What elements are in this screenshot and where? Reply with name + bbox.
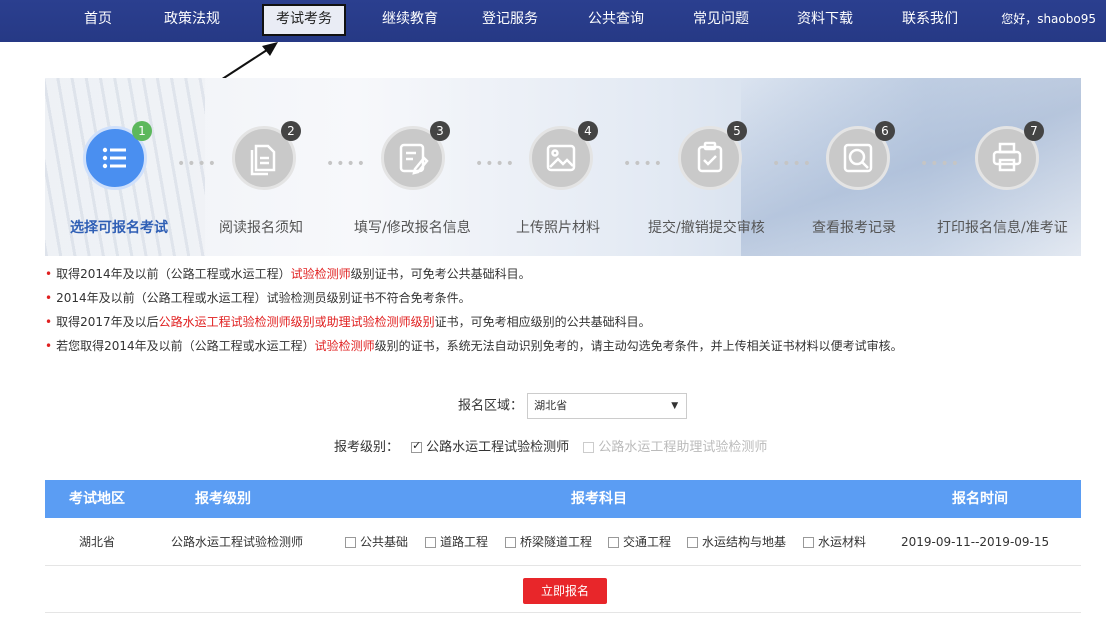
- user-greeting[interactable]: 您好，shaobo95: [1001, 0, 1096, 42]
- table-row: 湖北省 公路水运工程试验检测师 公共基础 道路工程 桥梁隧道工程 交通工程 水运…: [45, 519, 1081, 566]
- header-subjects: 报考科目: [571, 491, 627, 507]
- note-text: 级别的证书，系统无法自动识别免考的，请主动勾选免考条件，并上传相关证书材料以便考…: [374, 339, 903, 353]
- checkbox[interactable]: [687, 537, 698, 548]
- note-item: • 2014年及以前（公路工程或水运工程）试验检测员级别证书不符合免考条件。: [45, 286, 1085, 310]
- subject-label: 桥梁隧道工程: [520, 535, 593, 549]
- step-number: 4: [578, 121, 598, 141]
- header-region: 考试地区: [69, 491, 125, 507]
- subject-label: 水运材料: [818, 535, 867, 549]
- checkbox[interactable]: [505, 537, 516, 548]
- checkbox[interactable]: [425, 537, 436, 548]
- step-6[interactable]: 6: [826, 121, 895, 190]
- nav-item-contact[interactable]: 联系我们: [902, 0, 958, 42]
- step-connector: ••••: [920, 156, 962, 172]
- bullet-icon: •: [45, 339, 53, 353]
- note-text: 若您取得2014年及以前（公路工程或水运工程）: [56, 339, 315, 353]
- nav-item-faq[interactable]: 常见问题: [693, 0, 749, 42]
- step-label-6[interactable]: 查看报考记录: [812, 217, 896, 237]
- region-value: 湖北省: [534, 399, 568, 412]
- region-select[interactable]: 湖北省 ▼: [527, 393, 688, 419]
- nav-item-exam[interactable]: 考试考务: [262, 4, 346, 36]
- cell-level: 公路水运工程试验检测师: [171, 535, 304, 549]
- submit-registration-button[interactable]: 立即报名: [523, 578, 607, 604]
- region-label: 报名区域：: [458, 398, 524, 414]
- exemption-notes: • 取得2014年及以前（公路工程或水运工程）试验检测师级别证书，可免考公共基础科…: [45, 262, 1085, 358]
- top-nav: 首页 政策法规 考试考务 继续教育 登记服务 公共查询 常见问题 资料下载 联系…: [0, 0, 1106, 42]
- step-connector: ••••: [326, 156, 368, 172]
- step-5[interactable]: 5: [678, 121, 747, 190]
- nav-item-query[interactable]: 公共查询: [588, 0, 644, 42]
- note-text: 取得2014年及以前（公路工程或水运工程）: [56, 267, 291, 281]
- table-header: 考试地区 报考级别 报考科目 报名时间: [45, 480, 1081, 518]
- step-2[interactable]: 2: [232, 121, 301, 190]
- note-item: • 若您取得2014年及以前（公路工程或水运工程）试验检测师级别的证书，系统无法自…: [45, 334, 1085, 358]
- step-number: 5: [727, 121, 747, 141]
- step-number: 7: [1024, 121, 1044, 141]
- level-option-label: 公路水运工程试验检测师: [426, 440, 570, 455]
- checkbox[interactable]: [803, 537, 814, 548]
- nav-item-home[interactable]: 首页: [84, 0, 112, 42]
- step-connector: ••••: [623, 156, 665, 172]
- divider: [45, 612, 1081, 613]
- subject-label: 交通工程: [623, 535, 672, 549]
- step-4[interactable]: 4: [529, 121, 598, 190]
- step-connector: ••••: [475, 156, 517, 172]
- bullet-icon: •: [45, 291, 53, 305]
- note-text: 取得2017年及以后: [56, 315, 159, 329]
- step-label-3[interactable]: 填写/修改报名信息: [354, 217, 471, 237]
- note-highlight: 公路水运工程试验检测师级别或助理试验检测师级别: [158, 315, 435, 329]
- cell-time: 2019-09-11--2019-09-15: [901, 535, 1050, 549]
- step-label-1[interactable]: 选择可报名考试: [70, 217, 168, 237]
- level-option-label: 公路水运工程助理试验检测师: [598, 440, 768, 455]
- note-text: 证书，可免考相应级别的公共基础科目。: [434, 315, 651, 329]
- subject-option[interactable]: 道路工程: [425, 519, 488, 566]
- subject-option[interactable]: 公共基础: [345, 519, 408, 566]
- chevron-down-icon: ▼: [671, 401, 679, 411]
- checkbox-disabled: [583, 442, 595, 453]
- header-level: 报考级别: [195, 491, 251, 507]
- checkbox[interactable]: [345, 537, 356, 548]
- note-item: • 取得2017年及以后公路水运工程试验检测师级别或助理试验检测师级别证书，可免考…: [45, 310, 1085, 334]
- subject-option[interactable]: 水运材料: [803, 519, 866, 566]
- subject-option[interactable]: 水运结构与地基: [687, 519, 786, 566]
- nav-item-education[interactable]: 继续教育: [382, 0, 438, 42]
- nav-item-downloads[interactable]: 资料下载: [797, 0, 853, 42]
- step-number: 3: [430, 121, 450, 141]
- step-banner: 1 •••• 2 •••• 3 •••• 4 •••• 5 •••• 6 •••…: [45, 78, 1081, 256]
- note-item: • 取得2014年及以前（公路工程或水运工程）试验检测师级别证书，可免考公共基础科…: [45, 262, 1085, 286]
- subject-label: 道路工程: [440, 535, 489, 549]
- step-number: 6: [875, 121, 895, 141]
- step-number: 2: [281, 121, 301, 141]
- checkbox[interactable]: [608, 537, 619, 548]
- note-text: 级别证书，可免考公共基础科目。: [350, 267, 531, 281]
- subject-option[interactable]: 桥梁隧道工程: [505, 519, 592, 566]
- subject-option[interactable]: 交通工程: [608, 519, 671, 566]
- level-option-assistant: 公路水运工程助理试验检测师: [583, 440, 767, 455]
- header-time: 报名时间: [952, 491, 1008, 507]
- subject-label: 公共基础: [360, 535, 409, 549]
- step-connector: ••••: [772, 156, 814, 172]
- step-connector: ••••: [177, 156, 219, 172]
- cell-region: 湖北省: [79, 535, 116, 549]
- step-label-2[interactable]: 阅读报名须知: [219, 217, 303, 237]
- nav-item-registration[interactable]: 登记服务: [482, 0, 538, 42]
- subject-label: 水运结构与地基: [702, 535, 787, 549]
- level-option-engineer[interactable]: 公路水运工程试验检测师: [411, 439, 573, 455]
- step-number: 1: [132, 121, 152, 141]
- step-label-5[interactable]: 提交/撤销提交审核: [648, 217, 765, 237]
- note-highlight: 试验检测师: [290, 267, 351, 281]
- level-label: 报考级别：: [334, 440, 400, 455]
- step-1[interactable]: 1: [83, 121, 152, 190]
- note-highlight: 试验检测师: [314, 339, 375, 353]
- level-row: 报考级别： 公路水运工程试验检测师 公路水运工程助理试验检测师: [334, 436, 767, 455]
- note-text: 2014年及以前（公路工程或水运工程）试验检测员级别证书不符合免考条件。: [56, 291, 471, 305]
- region-row: 报名区域： 湖北省 ▼: [458, 393, 688, 419]
- step-3[interactable]: 3: [381, 121, 450, 190]
- step-label-7[interactable]: 打印报名信息/准考证: [937, 217, 1068, 237]
- step-label-4[interactable]: 上传照片材料: [516, 217, 600, 237]
- step-7[interactable]: 7: [975, 121, 1044, 190]
- checkbox-checked[interactable]: [411, 439, 423, 453]
- bullet-icon: •: [45, 315, 53, 329]
- bullet-icon: •: [45, 267, 53, 281]
